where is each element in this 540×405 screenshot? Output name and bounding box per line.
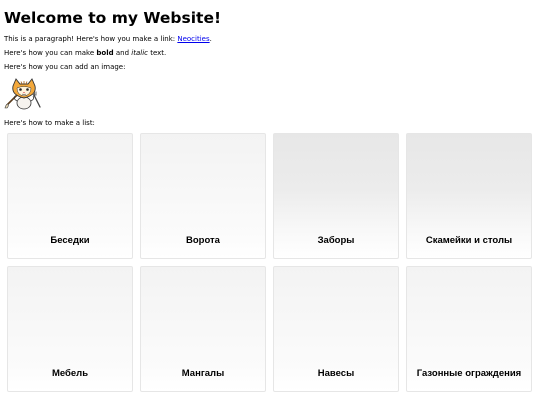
paragraph-text-middle: and (113, 49, 132, 57)
paragraph-list: Here's how to make a list: (4, 119, 95, 127)
category-card-mangaly[interactable]: Мангалы (140, 266, 266, 392)
card-label: Мангалы (181, 368, 225, 379)
paragraph-text: Here's how you can make (4, 49, 97, 57)
paragraph-text: This is a paragraph! Here's how you make… (4, 35, 178, 43)
category-card-skameyki[interactable]: Скамейки и столы (406, 133, 532, 259)
category-card-besedki[interactable]: Беседки (7, 133, 133, 259)
neocities-link[interactable]: Neocities (177, 35, 209, 43)
bold-text: bold (96, 49, 114, 57)
page-content: Welcome to my Website! This is a paragra… (0, 0, 540, 392)
category-card-gazonnye[interactable]: Газонные ограждения (406, 266, 532, 392)
card-label: Навесы (317, 368, 355, 379)
neocities-cat-icon (4, 78, 41, 110)
paragraph-image: Here's how you can add an image: (4, 63, 126, 71)
category-card-navesy[interactable]: Навесы (273, 266, 399, 392)
card-label: Беседки (50, 235, 90, 246)
paragraph-formatting: Here's how you can make bold and italic … (4, 49, 536, 58)
card-label: Ворота (186, 235, 220, 246)
card-label: Заборы (317, 235, 355, 246)
category-card-mebel[interactable]: Мебель (7, 266, 133, 392)
paragraph-text-end: . (209, 35, 212, 43)
category-card-vorota[interactable]: Ворота (140, 133, 266, 259)
category-card-zabory[interactable]: Заборы (273, 133, 399, 259)
paragraph-link: This is a paragraph! Here's how you make… (4, 35, 536, 44)
card-label: Скамейки и столы (425, 235, 513, 246)
paragraph-text-end: text. (147, 49, 167, 57)
card-label: Мебель (51, 368, 89, 379)
page-title: Welcome to my Website! (4, 9, 222, 27)
italic-text: italic (131, 49, 148, 57)
category-grid: Беседки Ворота Заборы Скамейки и столы М… (7, 133, 536, 392)
card-label: Газонные ограждения (416, 368, 522, 379)
